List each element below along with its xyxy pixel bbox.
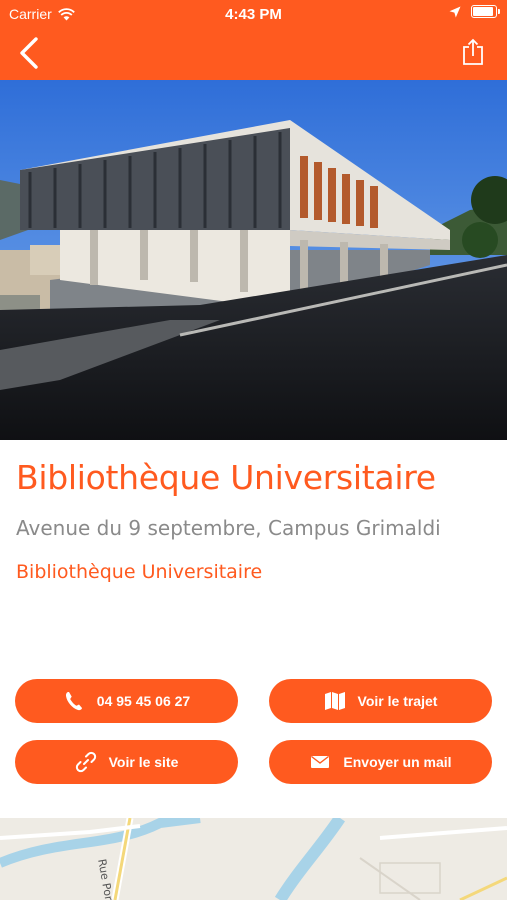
- call-button[interactable]: 04 95 45 06 27: [15, 679, 238, 723]
- phone-icon: [63, 690, 85, 712]
- battery-icon: [471, 5, 500, 18]
- place-photo: [0, 80, 507, 440]
- place-detail-screen: Carrier 4:43 PM Bibliothèque Universitai…: [0, 0, 507, 900]
- place-title: Bibliothèque Universitaire: [16, 458, 436, 497]
- status-time: 4:43 PM: [225, 6, 282, 23]
- route-button-label: Voir le trajet: [357, 693, 438, 709]
- header: Carrier 4:43 PM: [0, 0, 507, 80]
- status-bar: Carrier 4:43 PM: [0, 0, 507, 28]
- route-button[interactable]: Voir le trajet: [269, 679, 492, 723]
- website-button[interactable]: Voir le site: [15, 740, 238, 784]
- location-arrow-icon: [449, 6, 461, 17]
- location-map[interactable]: Rue Pon: [0, 818, 507, 900]
- website-button-label: Voir le site: [108, 754, 179, 770]
- chevron-left-icon: [20, 37, 38, 69]
- envelope-icon: [309, 751, 331, 773]
- back-button[interactable]: [14, 36, 44, 70]
- email-button[interactable]: Envoyer un mail: [269, 740, 492, 784]
- place-category: Bibliothèque Universitaire: [16, 561, 263, 583]
- status-right: [449, 5, 500, 18]
- share-icon: [463, 38, 483, 65]
- email-button-label: Envoyer un mail: [343, 754, 452, 770]
- link-icon: [75, 751, 97, 773]
- call-button-label: 04 95 45 06 27: [96, 693, 191, 709]
- share-button[interactable]: [459, 36, 487, 68]
- place-address: Avenue du 9 septembre, Campus Grimaldi: [16, 516, 441, 540]
- map-icon: [324, 690, 346, 712]
